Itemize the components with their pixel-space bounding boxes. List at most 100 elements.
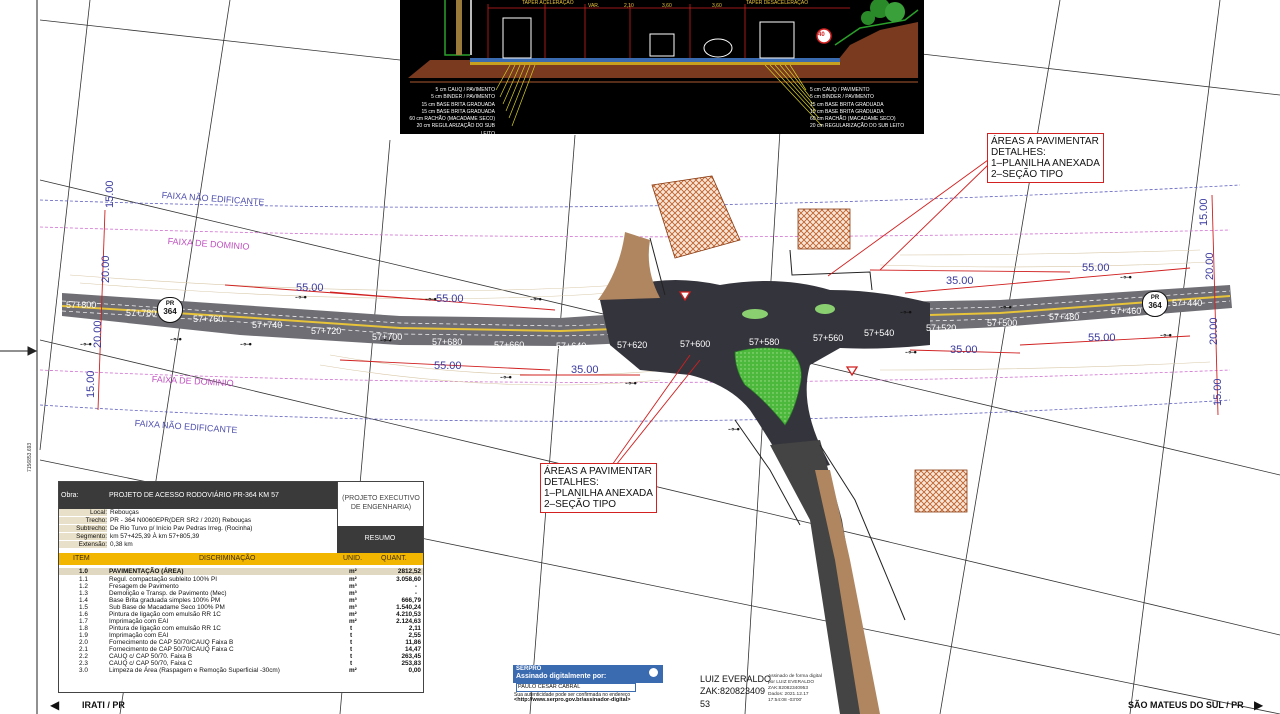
callout-line: 2–SEÇÃO TIPO xyxy=(991,169,1064,180)
row-desc: Fresagem de Pavimento xyxy=(109,583,179,590)
section-left-layers: 5 cm CAUQ / PAVIMENTO 5 cm BINDER / PAVI… xyxy=(405,87,495,138)
row-item: 2.0 xyxy=(79,639,88,646)
signer-suffix: 53 xyxy=(700,699,711,709)
table-row: 1.1 Regul. compactação subleito 100% PI m²… xyxy=(59,576,423,583)
row-desc: Imprimação com EAI xyxy=(109,618,169,625)
dim-20-right-top: 20.00 xyxy=(1204,252,1216,280)
info-value: km 57+425,39 À km 57+805,39 xyxy=(110,533,200,540)
row-item: 1.7 xyxy=(79,618,88,625)
info-label: Subtrecho: xyxy=(59,525,107,532)
callout-line: ÁREAS A PAVIMENTAR xyxy=(544,466,652,477)
row-quant: 14,47 xyxy=(405,646,421,653)
engineering-drawing: -⊶ -⊶ -⊶ -⊶ -⊶ -⊶ -⊶ -⊶ -⊶ -⊶ -⊶ -⊶ -⊶ -⊶ -⊶ xyxy=(0,0,1280,714)
row-unid: m³ xyxy=(349,583,357,590)
col-disc: DISCRIMINAÇÃO xyxy=(199,555,256,562)
row-desc: Base Brita graduada simples 100% PM xyxy=(109,597,221,604)
station-57700: 57+700 xyxy=(372,332,403,342)
table-row: 1.3 Demolição e Transp. de Pavimento (Mec… xyxy=(59,590,423,597)
row-quant: 2,11 xyxy=(408,625,421,632)
route-shield-right: PR 364 xyxy=(1142,291,1168,317)
signer-code: ZAK:820823409 xyxy=(700,686,766,696)
layer-right: 15 cm BASE BRITA GRADUADA xyxy=(810,101,884,108)
svg-text:-⊶: -⊶ xyxy=(905,347,917,357)
row-quant: 4.210,53 xyxy=(396,611,421,618)
dim-35-top-right: 35.00 xyxy=(946,275,974,287)
dim-55-bottom-right: 55.00 xyxy=(1088,332,1116,344)
row-quant: 253,83 xyxy=(401,660,421,667)
row-unid: t xyxy=(350,660,353,667)
north-island xyxy=(742,309,768,319)
serpro-logo: SERPRO xyxy=(516,666,542,672)
table-row: 2.0 Fornecimento de CAP 50/70/CAUQ Faixa … xyxy=(59,639,423,646)
station-57620: 57+620 xyxy=(617,340,648,350)
layer-left: 5 cm CAUQ / PAVIMENTO xyxy=(435,87,495,93)
layer-left: 20 cm REGULARIZAÇÃO DO SUB LEITO xyxy=(416,123,495,137)
table-row: 1.6 Pintura de ligação com emulsão RR 1C m… xyxy=(59,611,423,618)
row-unid: m² xyxy=(349,576,357,583)
layer-right: 5 cm BINDER / PAVIMENTO xyxy=(810,94,874,101)
section-label-210: 2,10 xyxy=(624,3,634,9)
row-item: 1.5 xyxy=(79,604,88,611)
row-unid: m² xyxy=(349,611,357,618)
station-57500: 57+500 xyxy=(987,318,1018,328)
row-unid: t xyxy=(350,625,353,632)
quantity-table: Obra: PROJETO DE ACESSO RODOVIÁRIO PR-36… xyxy=(58,481,424,693)
row-item: 1.3 xyxy=(79,590,88,597)
east-island xyxy=(815,304,835,314)
table-row: 1.7 Imprimação com EAI m² 2.124,63 xyxy=(59,618,423,625)
footer-left-destination: IRATI / PR xyxy=(82,700,125,710)
table-row: 2.3 CAUQ c/ CAP 50/70, Faixa C t 253,83 xyxy=(59,660,423,667)
row-desc: Sub Base de Macadame Seco 100% PM xyxy=(109,604,225,611)
section-speed-sign: 40 xyxy=(818,32,825,38)
left-edge-arrow xyxy=(0,346,38,356)
callout-areas-pavimentar-bottom: ÁREAS A PAVIMENTAR DETALHES: 1–PLANILHA … xyxy=(540,463,657,513)
row-quant: 263,45 xyxy=(401,653,421,660)
col-item: ITEM xyxy=(73,555,90,562)
info-row: Local: Rebouças xyxy=(59,509,423,516)
row-item: 2.2 xyxy=(79,653,88,660)
footer-left-arrow-icon: ◀ xyxy=(50,698,60,712)
row-item: 1.4 xyxy=(79,597,88,604)
info-row: Subtrecho: De Rio Turvo p/ Início Pav Ped… xyxy=(59,525,423,532)
callout-line: 1–PLANILHA ANEXADA xyxy=(544,488,653,499)
signature-detail: Assinado de forma digital por LUIZ EVERA… xyxy=(768,674,822,704)
station-57600: 57+600 xyxy=(680,339,711,349)
obra-label: Obra: xyxy=(61,492,79,499)
row-item: 1.6 xyxy=(79,611,88,618)
row-desc: CAUQ c/ CAP 50/70. Faixa B xyxy=(109,653,192,660)
row-quant: 666,79 xyxy=(401,597,421,604)
station-57460: 57+460 xyxy=(1111,306,1142,316)
row-desc: Demolição e Transp. de Pavimento (Mec) xyxy=(109,590,227,597)
layer-left: 5 cm BINDER / PAVIMENTO xyxy=(431,94,495,101)
table-row: 2.2 CAUQ c/ CAP 50/70. Faixa B t 263,45 xyxy=(59,653,423,660)
shield-number: 364 xyxy=(1148,301,1162,310)
dim-20-left-top: 20.00 xyxy=(100,255,112,283)
dim-15-left-bottom: 15.00 xyxy=(85,370,97,398)
row-unid: t xyxy=(350,646,353,653)
serpro-stamp: SERPRO Assinado digitalmente por: PAULO … xyxy=(513,665,663,703)
row-unid: m² xyxy=(349,618,357,625)
row-unid: m² xyxy=(349,667,357,674)
section-label-taper-acel: TAPER ACELERAÇÃO xyxy=(522,0,574,6)
svg-text:-⊶: -⊶ xyxy=(240,339,252,349)
svg-text:-⊶: -⊶ xyxy=(530,294,542,304)
table-row: 1.5 Sub Base de Macadame Seco 100% PM m³ 1.… xyxy=(59,604,423,611)
row-desc: Imprimação com EAI xyxy=(109,632,169,639)
dim-15-left-top: 15.00 xyxy=(104,180,116,208)
info-label: Trecho: xyxy=(59,517,107,524)
footer-right-destination: SÃO MATEUS DO SUL / PR xyxy=(1128,700,1244,710)
callout-areas-pavimentar-top: ÁREAS A PAVIMENTAR DETALHES: 1–PLANILHA … xyxy=(987,133,1104,183)
section-label-360a: 3,60 xyxy=(662,3,672,9)
row-quant: 2.124,63 xyxy=(396,618,421,625)
dim-35-bottom-left: 35.00 xyxy=(571,364,599,376)
callout-line: 1–PLANILHA ANEXADA xyxy=(991,158,1100,169)
dim-20-right-bottom: 20.00 xyxy=(1208,317,1220,345)
station-57660: 57+660 xyxy=(494,340,525,350)
station-57640: 57+640 xyxy=(556,341,587,351)
row-unid: t xyxy=(350,639,353,646)
signer-name: LUIZ EVERALDO xyxy=(700,674,772,684)
info-value: Rebouças xyxy=(110,509,139,516)
section-right-layers: 5 cm CAUQ / PAVIMENTO 5 cm BINDER / PAVI… xyxy=(810,87,918,131)
svg-text:-⊶: -⊶ xyxy=(1160,330,1172,340)
row-quant: 0,00 xyxy=(408,667,421,674)
